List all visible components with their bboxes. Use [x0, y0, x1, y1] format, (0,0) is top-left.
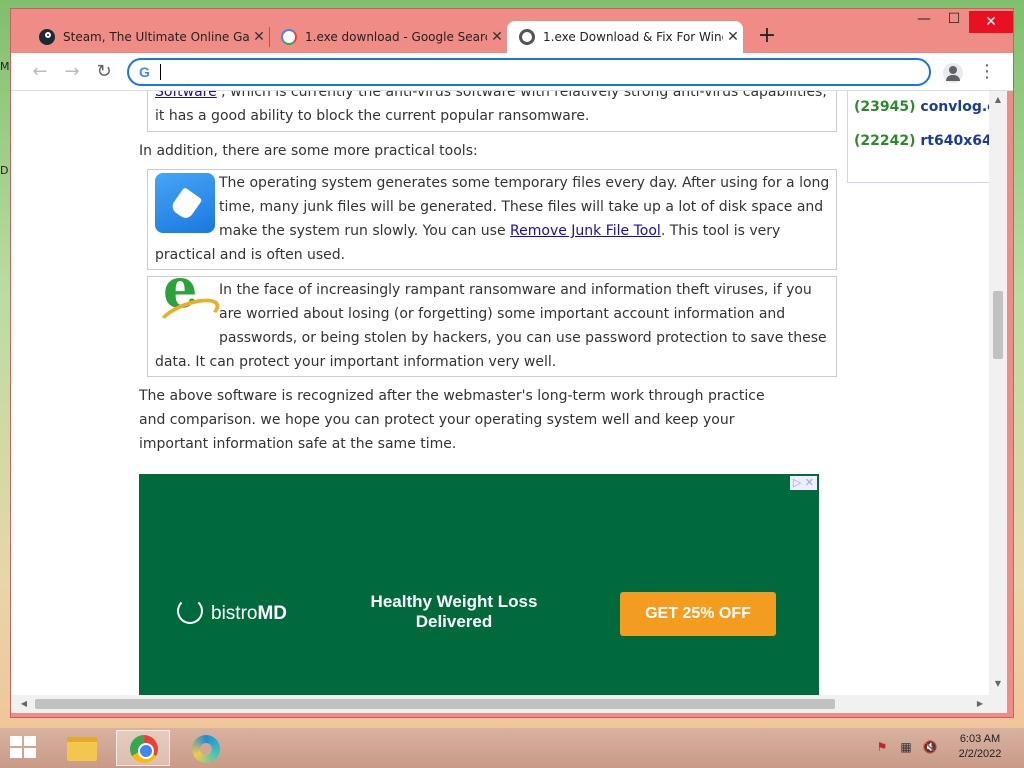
file-explorer-icon	[67, 737, 97, 761]
sidebar-top-files: (23945) convlog.exe (22242) rt640x64.sys	[847, 91, 1003, 183]
clock-date: 2/2/2022	[958, 748, 1002, 760]
tool-card-junk: The operating system generates some temp…	[147, 169, 837, 270]
tab-google-search[interactable]: 1.exe download - Google Search ✕	[269, 21, 507, 53]
broom-cleaner-icon[interactable]	[155, 173, 215, 233]
minimize-button[interactable]: —	[909, 11, 939, 27]
maximize-button[interactable]: ☐	[939, 11, 969, 27]
new-tab-button[interactable]: +	[755, 23, 779, 48]
close-icon[interactable]: ✕	[249, 29, 269, 45]
taskbar-edge[interactable]	[178, 730, 232, 766]
tab-steam[interactable]: Steam, The Ultimate Online Gam ✕	[27, 21, 269, 53]
close-icon[interactable]: ✕	[487, 29, 507, 45]
close-icon[interactable]: ✕	[723, 29, 743, 45]
chrome-icon	[130, 735, 158, 763]
internet-explorer-icon[interactable]	[155, 276, 215, 340]
browser-window: Steam, The Ultimate Online Gam ✕ 1.exe d…	[10, 8, 1014, 718]
tab-strip: Steam, The Ultimate Online Gam ✕ 1.exe d…	[11, 9, 1013, 53]
volume-muted-icon[interactable]: 🔇	[922, 740, 938, 754]
closing-paragraph: The above software is recognized after t…	[139, 388, 765, 452]
desktop-icon-fragment[interactable]: D	[0, 164, 8, 177]
box-text: Software , which is currently the anti-v…	[155, 91, 830, 104]
google-icon	[281, 29, 297, 45]
google-icon: G	[139, 64, 150, 80]
scroll-left-arrow[interactable]: ◀	[15, 699, 33, 708]
network-icon[interactable]: ▦	[898, 740, 914, 754]
scroll-right-arrow[interactable]: ▶	[971, 699, 989, 708]
profile-icon[interactable]	[943, 63, 963, 83]
tab-title: Steam, The Ultimate Online Gam	[63, 30, 249, 44]
advertisement[interactable]: ▷ ✕ bistroMD Healthy Weight Loss Deliver…	[139, 474, 819, 695]
ad-brand-bold: MD	[257, 603, 288, 624]
page-viewport: Software , which is currently the anti-v…	[11, 91, 1003, 695]
horizontal-scroll-thumb[interactable]	[35, 699, 835, 709]
vertical-scroll-thumb[interactable]	[993, 291, 1003, 359]
window-close-button[interactable]: ✕	[969, 11, 1013, 33]
taskbar: ⚑ ▦ 🔇 6:03 AM 2/2/2022	[0, 728, 1024, 768]
bistromd-logo-icon	[177, 598, 203, 624]
taskbar-chrome[interactable]	[116, 730, 170, 766]
box-text-rest: , which is currently the anti-virus soft…	[216, 91, 827, 100]
sidebar-item[interactable]: (23945) convlog.exe	[854, 95, 1003, 119]
sidebar-item[interactable]: (22242) rt640x64.sys	[854, 129, 1003, 153]
windows-start-icon[interactable]	[10, 736, 38, 760]
software-link[interactable]: Software	[155, 91, 217, 100]
horizontal-scrollbar[interactable]: ◀ ▶	[11, 695, 1007, 713]
tab-active-page[interactable]: 1.exe Download & Fix For Windo ✕	[507, 21, 743, 53]
vertical-scrollbar[interactable]: ▲ ▼	[989, 91, 1007, 695]
sidebar-item-count: (22242)	[854, 133, 916, 149]
browser-toolbar: ← → ↻ G ⋮	[11, 53, 1013, 91]
clock-time: 6:03 AM	[959, 733, 1001, 745]
article-content: Software , which is currently the anti-v…	[139, 91, 837, 695]
tool-text: In the face of increasingly rampant rans…	[155, 282, 827, 370]
ad-brand-light: bistro	[211, 603, 258, 624]
ad-cta-button[interactable]: GET 25% OFF	[620, 592, 776, 636]
back-button[interactable]: ←	[29, 61, 51, 83]
address-bar[interactable]: G	[127, 58, 931, 86]
steam-icon	[39, 29, 55, 45]
scroll-down-arrow[interactable]: ▼	[989, 679, 1007, 688]
tab-title: 1.exe download - Google Search	[305, 30, 487, 44]
address-input[interactable]	[164, 64, 929, 80]
taskbar-file-explorer[interactable]	[54, 730, 108, 766]
globe-icon	[519, 29, 535, 45]
desktop-icon-fragment[interactable]: M	[0, 60, 10, 73]
menu-icon[interactable]: ⋮	[977, 61, 997, 82]
ad-headline: Healthy Weight Loss Delivered	[370, 592, 538, 631]
reload-button[interactable]: ↻	[93, 61, 115, 83]
scroll-up-arrow[interactable]: ▲	[989, 95, 1007, 104]
tools-intro: In addition, there are some more practic…	[139, 143, 478, 159]
tool-card-password: In the face of increasingly rampant rans…	[147, 276, 837, 377]
box-text: it has a good ability to block the curre…	[155, 108, 590, 124]
forward-button[interactable]: →	[61, 61, 83, 83]
tab-title: 1.exe Download & Fix For Windo	[543, 30, 723, 44]
text-caret	[159, 64, 161, 80]
ad-brand: bistroMD	[211, 602, 287, 626]
action-center-flag-icon[interactable]: ⚑	[874, 740, 890, 754]
remove-junk-link[interactable]: Remove Junk File Tool	[510, 223, 661, 239]
ad-choices-icon[interactable]: ▷ ✕	[789, 476, 817, 490]
system-clock[interactable]: 6:03 AM 2/2/2022	[948, 732, 1012, 762]
software-box: Software , which is currently the anti-v…	[147, 91, 837, 132]
edge-icon	[192, 735, 220, 763]
sidebar-item-count: (23945)	[854, 99, 916, 115]
